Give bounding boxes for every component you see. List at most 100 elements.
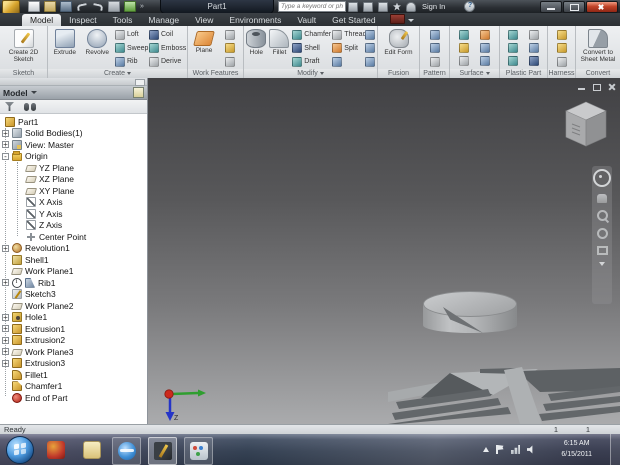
tree-item-work-plane3[interactable]: + Work Plane3 [0,346,147,358]
help-icon[interactable] [464,1,476,12]
fillet-button[interactable]: Fillet [268,27,292,69]
rule-fillet-icon[interactable] [508,55,519,66]
tree-item-view-master[interactable]: + View: Master [0,139,147,151]
panel-label-fusion[interactable]: Fusion [378,69,419,78]
create-2d-sketch-button[interactable]: Create 2D Sketch [2,27,46,69]
tab-get-started[interactable]: Get Started [324,14,383,26]
tree-item-hole1[interactable]: + Hole1 [0,312,147,324]
network-icon[interactable] [511,445,520,454]
iproperties-icon[interactable] [124,1,136,12]
coil-button[interactable]: Coil [148,28,186,41]
rectangular-pattern-button[interactable] [429,28,441,41]
taskbar-paint-button[interactable] [184,437,213,465]
axis-button[interactable] [224,42,236,55]
doc-minimize-icon[interactable] [577,83,586,91]
print-icon[interactable] [108,1,120,12]
copy-object-button[interactable] [364,42,376,55]
tree-expander[interactable]: + [2,359,9,367]
delete-surface-icon[interactable] [480,55,491,66]
action-center-flag-icon[interactable] [496,445,504,454]
browser-scroll-arrow-icon[interactable] [135,79,145,86]
navbar-more-chevron-icon[interactable] [599,262,605,266]
create-harness-button[interactable] [556,28,568,41]
panel-label-work-features[interactable]: Work Features [188,69,243,78]
view-cube[interactable] [558,98,614,156]
tree-item-xz-plane[interactable]: XZ Plane [0,174,147,186]
loft-button[interactable]: Loft [114,28,148,41]
show-desktop-button[interactable] [610,434,620,465]
show-hidden-icons-icon[interactable] [483,447,489,452]
doc-close-icon[interactable] [607,83,616,91]
chamfer-button[interactable]: Chamfer [291,28,331,41]
communication-icon[interactable] [378,1,388,12]
tab-environments[interactable]: Environments [221,14,289,26]
tree-item-work-plane2[interactable]: Work Plane2 [0,300,147,312]
tab-model[interactable]: Model [22,14,62,26]
rest-icon[interactable] [508,42,519,53]
thread-button[interactable]: Thread [331,28,366,41]
tree-item-part1[interactable]: Part1 [0,116,147,128]
mirror-button[interactable] [429,55,441,68]
search-input[interactable] [278,1,346,12]
doc-restore-icon[interactable] [592,83,601,91]
hole-button[interactable]: Hole [245,27,268,69]
redo-icon[interactable] [92,2,104,11]
derive-button[interactable]: Derive [148,55,186,68]
panel-label-pattern[interactable]: Pattern [420,69,449,78]
convert-to-sheet-metal-button[interactable]: Convert to Sheet Metal [577,27,619,69]
snap-fit-icon[interactable] [528,42,539,53]
extend-icon[interactable] [458,55,469,66]
tree-item-xy-plane[interactable]: XY Plane [0,185,147,197]
tree-item-sketch3[interactable]: Sketch3 [0,289,147,301]
lip-icon[interactable] [528,55,539,66]
tree-item-end-of-part[interactable]: End of Part [0,392,147,404]
stitch-icon[interactable] [458,29,469,40]
panel-label-surface[interactable]: Surface [450,69,499,78]
extrude-button[interactable]: Extrude [49,27,81,69]
taskbar-inventor-button[interactable] [148,437,177,465]
close-button[interactable] [586,1,618,13]
zoom-icon[interactable] [596,210,608,221]
sign-in-button[interactable]: Sign In [422,2,445,11]
tree-item-extrusion3[interactable]: + Extrusion3 [0,358,147,370]
ribbon-appearance-caret-icon[interactable] [407,19,414,22]
tab-tools[interactable]: Tools [105,14,141,26]
taskbar-firefox-button[interactable] [42,437,69,463]
tree-item-work-plane1[interactable]: Work Plane1 [0,266,147,278]
tree-item-solid-bodies[interactable]: + Solid Bodies(1) [0,128,147,140]
tree-item-origin[interactable]: - Origin [0,151,147,163]
point-button[interactable] [224,28,236,41]
tree-item-yz-plane[interactable]: YZ Plane [0,162,147,174]
inventor-logo-icon[interactable] [2,0,20,14]
panel-label-create[interactable]: Create [48,69,187,78]
tab-vault[interactable]: Vault [289,14,324,26]
filter-icon[interactable] [5,102,14,111]
trim-icon[interactable] [480,42,491,53]
browser-title-caret-icon[interactable] [30,91,37,94]
open-icon[interactable] [44,1,56,12]
taskbar-ie-button[interactable] [112,437,141,465]
panel-label-sketch[interactable]: Sketch [0,69,47,78]
new-icon[interactable] [28,1,40,12]
panel-label-modify[interactable]: Modify [244,69,377,78]
tree-item-y-axis[interactable]: Y Axis [0,208,147,220]
taskbar-explorer-button[interactable] [78,437,105,463]
panel-label-convert[interactable]: Convert [576,69,620,78]
graphics-viewport[interactable]: Z [148,78,620,424]
tree-item-z-axis[interactable]: Z Axis [0,220,147,232]
tree-item-rib1[interactable]: + Rib1 [0,277,147,289]
model-grate-part[interactable] [388,334,620,424]
save-icon[interactable] [60,1,72,12]
user-icon[interactable] [406,1,416,12]
speaker-icon[interactable] [527,445,533,454]
shell-button[interactable]: Shell [291,42,331,55]
boss-icon[interactable] [528,29,539,40]
panel-label-harness[interactable]: Harness [548,69,575,78]
connector-button[interactable] [556,55,568,68]
tree-expander[interactable]: + [2,336,9,344]
revolve-button[interactable]: Revolve [81,27,114,69]
draft-button[interactable]: Draft [291,55,331,68]
qat-customize-chevron-icon[interactable]: » [140,3,144,10]
tree-item-x-axis[interactable]: X Axis [0,197,147,209]
tree-expander[interactable]: - [2,152,9,160]
